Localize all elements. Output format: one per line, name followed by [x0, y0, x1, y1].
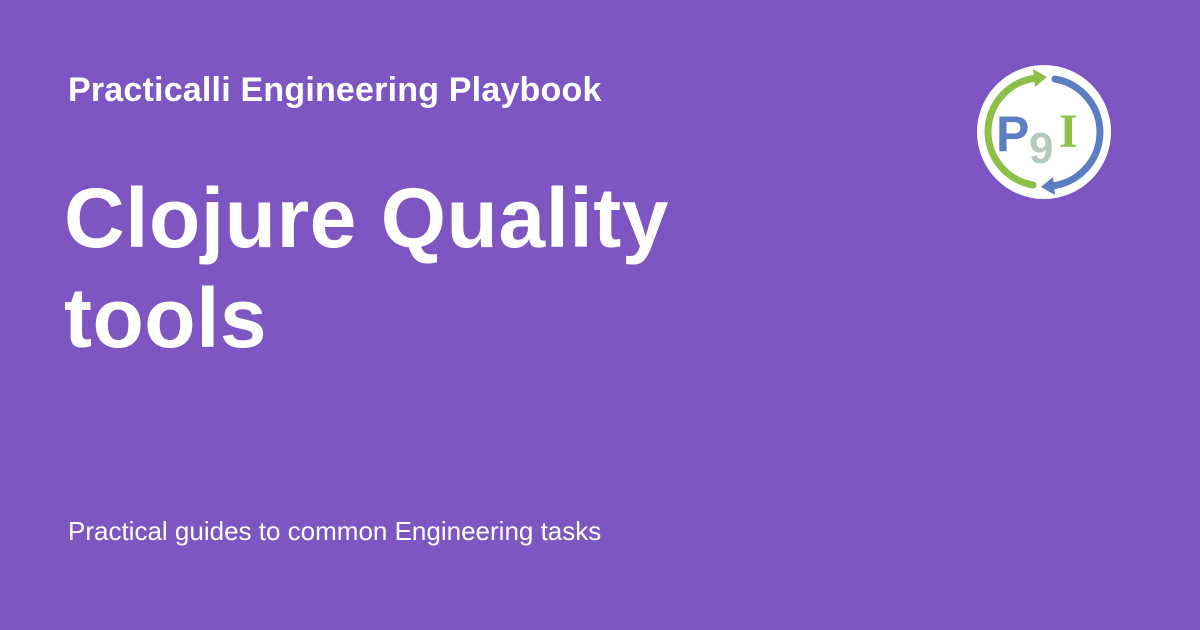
social-card: Practicalli Engineering Playbook Clojure…	[0, 0, 1200, 630]
page-title-line-1: Clojure Quality	[64, 171, 669, 265]
site-name: Practicalli Engineering Playbook	[68, 71, 602, 109]
page-title: Clojure Quality tools	[64, 168, 824, 368]
page-title-line-2: tools	[64, 271, 268, 365]
tagline: Practical guides to common Engineering t…	[68, 516, 602, 546]
svg-text:I: I	[1059, 105, 1078, 158]
practicalli-logo-icon: P 9 I	[975, 63, 1113, 201]
svg-text:9: 9	[1029, 124, 1053, 173]
svg-text:P: P	[996, 106, 1029, 162]
